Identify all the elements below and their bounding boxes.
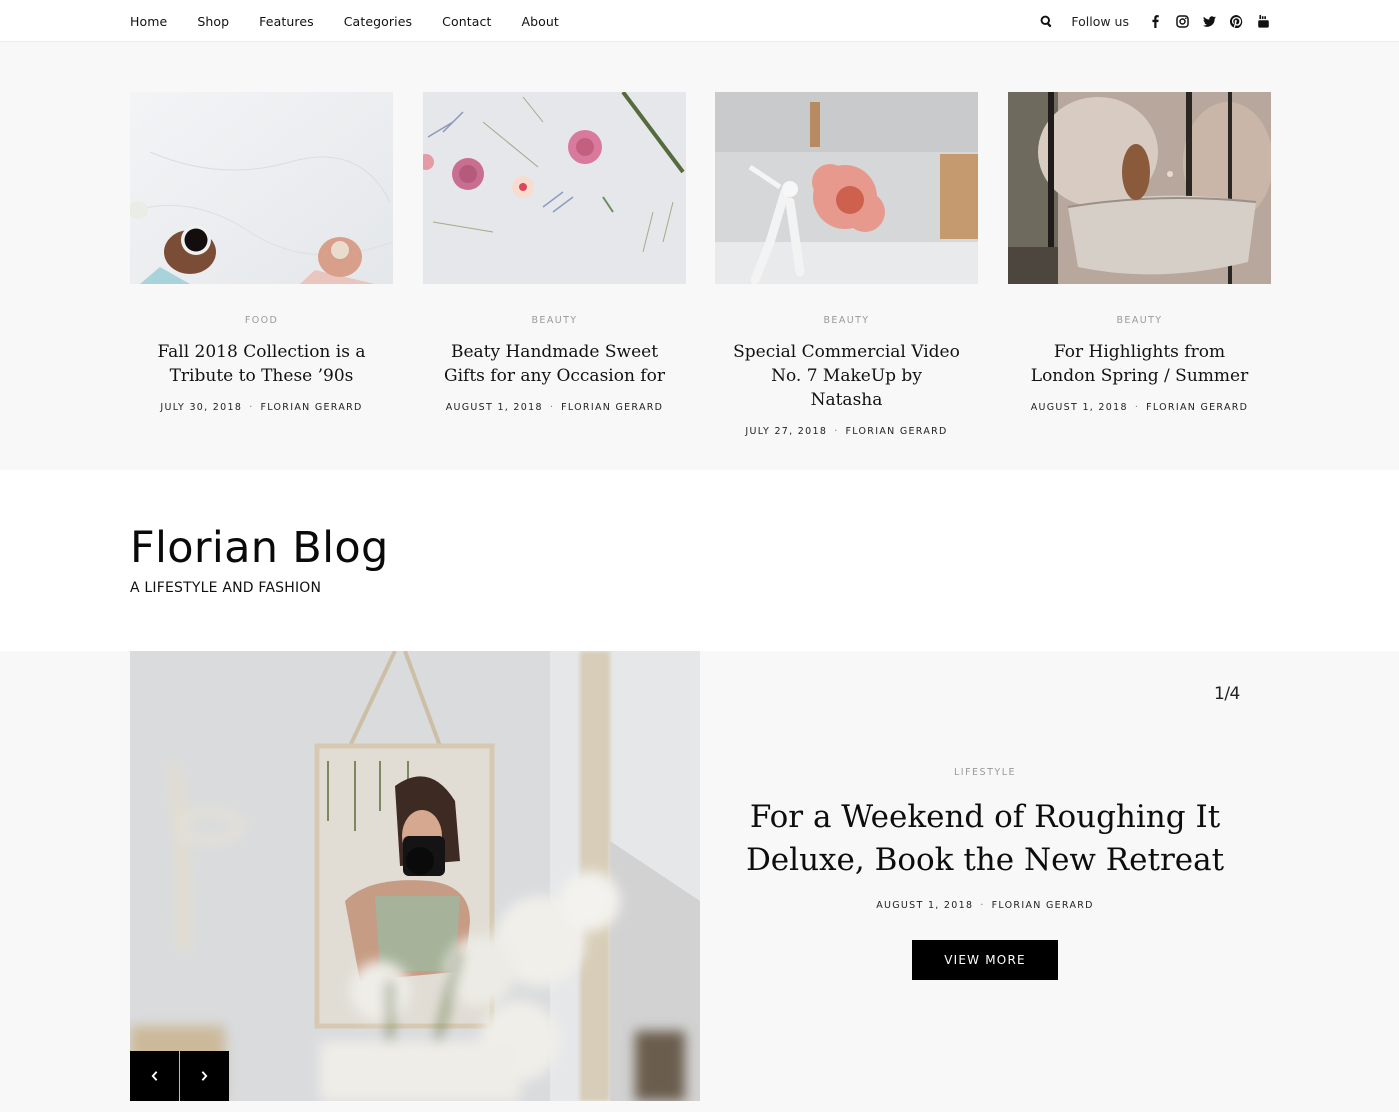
featured-card[interactable]: FOOD Fall 2018 Collection is a Tribute t… [130, 92, 393, 413]
nav-contact[interactable]: Contact [442, 14, 491, 29]
post-meta: AUGUST 1, 2018 · FLORIAN GERARD [1008, 402, 1271, 413]
top-bar: Home Shop Features Categories Contact Ab… [0, 0, 1399, 42]
nav-features[interactable]: Features [259, 14, 314, 29]
post-meta: AUGUST 1, 2018 · FLORIAN GERARD [423, 402, 686, 413]
site-title[interactable]: Florian Blog [130, 520, 389, 576]
nav-about[interactable]: About [521, 14, 558, 29]
post-title[interactable]: Fall 2018 Collection is a Tribute to The… [130, 340, 393, 388]
post-meta: JULY 27, 2018 · FLORIAN GERARD [715, 426, 978, 437]
chevron-left-icon [151, 1071, 158, 1081]
slider-controls [130, 1051, 229, 1101]
featured-card[interactable]: BEAUTY For Highlights from London Spring… [1008, 92, 1271, 413]
view-more-button[interactable]: VIEW MORE [912, 940, 1058, 980]
featured-posts: FOOD Fall 2018 Collection is a Tribute t… [0, 42, 1399, 470]
site-branding: Florian Blog A LIFESTYLE AND FASHION [130, 520, 389, 596]
post-thumbnail[interactable] [715, 92, 978, 284]
post-title[interactable]: Special Commercial Video No. 7 MakeUp by… [715, 340, 978, 412]
post-category[interactable]: BEAUTY [423, 315, 686, 326]
instagram-icon[interactable] [1175, 14, 1189, 28]
post-author[interactable]: FLORIAN GERARD [1146, 402, 1248, 413]
slide-counter: 1/4 [1214, 684, 1240, 704]
featured-card[interactable]: BEAUTY Beaty Handmade Sweet Gifts for an… [423, 92, 686, 413]
post-date: AUGUST 1, 2018 [1030, 402, 1128, 413]
nav-categories[interactable]: Categories [344, 14, 412, 29]
next-slide-button[interactable] [180, 1051, 229, 1101]
post-date: JULY 27, 2018 [745, 426, 828, 437]
hero-content: LIFESTYLE For a Weekend of Roughing It D… [740, 767, 1230, 980]
post-author[interactable]: FLORIAN GERARD [261, 402, 363, 413]
main-nav: Home Shop Features Categories Contact Ab… [130, 0, 589, 42]
post-title[interactable]: For Highlights from London Spring / Summ… [1008, 340, 1271, 388]
hero-category[interactable]: LIFESTYLE [740, 767, 1230, 778]
hero-image[interactable] [130, 651, 700, 1101]
meta-separator: · [549, 402, 555, 413]
twitter-icon[interactable] [1202, 14, 1216, 28]
meta-separator: · [1134, 402, 1140, 413]
site-tagline: A LIFESTYLE AND FASHION [130, 580, 322, 596]
follow-us-label: Follow us [1071, 13, 1129, 29]
post-date: JULY 30, 2018 [160, 402, 243, 413]
hero-author[interactable]: FLORIAN GERARD [992, 900, 1094, 911]
youtube-icon[interactable] [1256, 14, 1270, 28]
search-icon[interactable] [1039, 14, 1053, 28]
hero-title[interactable]: For a Weekend of Roughing It Deluxe, Boo… [740, 796, 1230, 882]
post-thumbnail[interactable] [1008, 92, 1271, 284]
post-category[interactable]: FOOD [130, 315, 393, 326]
meta-separator: · [249, 402, 254, 413]
post-author[interactable]: FLORIAN GERARD [846, 426, 948, 437]
post-category[interactable]: BEAUTY [715, 315, 978, 326]
post-category[interactable]: BEAUTY [1008, 315, 1271, 326]
nav-home[interactable]: Home [130, 14, 167, 29]
post-meta: JULY 30, 2018 · FLORIAN GERARD [130, 402, 393, 413]
nav-shop[interactable]: Shop [197, 14, 229, 29]
prev-slide-button[interactable] [130, 1051, 179, 1101]
post-author[interactable]: FLORIAN GERARD [561, 402, 663, 413]
post-thumbnail[interactable] [130, 92, 393, 284]
hero-slider: 1/4 LIFESTYLE For a Weekend of Roughing … [0, 651, 1399, 1112]
post-thumbnail[interactable] [423, 92, 686, 284]
hero-date: AUGUST 1, 2018 [876, 900, 974, 911]
meta-separator: · [834, 426, 839, 437]
meta-separator: · [980, 900, 985, 911]
post-date: AUGUST 1, 2018 [445, 402, 543, 413]
featured-card[interactable]: BEAUTY Special Commercial Video No. 7 Ma… [715, 92, 978, 437]
chevron-right-icon [201, 1071, 208, 1081]
facebook-icon[interactable] [1148, 14, 1162, 28]
hero-meta: AUGUST 1, 2018 · FLORIAN GERARD [740, 900, 1230, 911]
post-title[interactable]: Beaty Handmade Sweet Gifts for any Occas… [423, 340, 686, 388]
pinterest-icon[interactable] [1229, 14, 1243, 28]
social-bar: Follow us [1039, 0, 1270, 42]
